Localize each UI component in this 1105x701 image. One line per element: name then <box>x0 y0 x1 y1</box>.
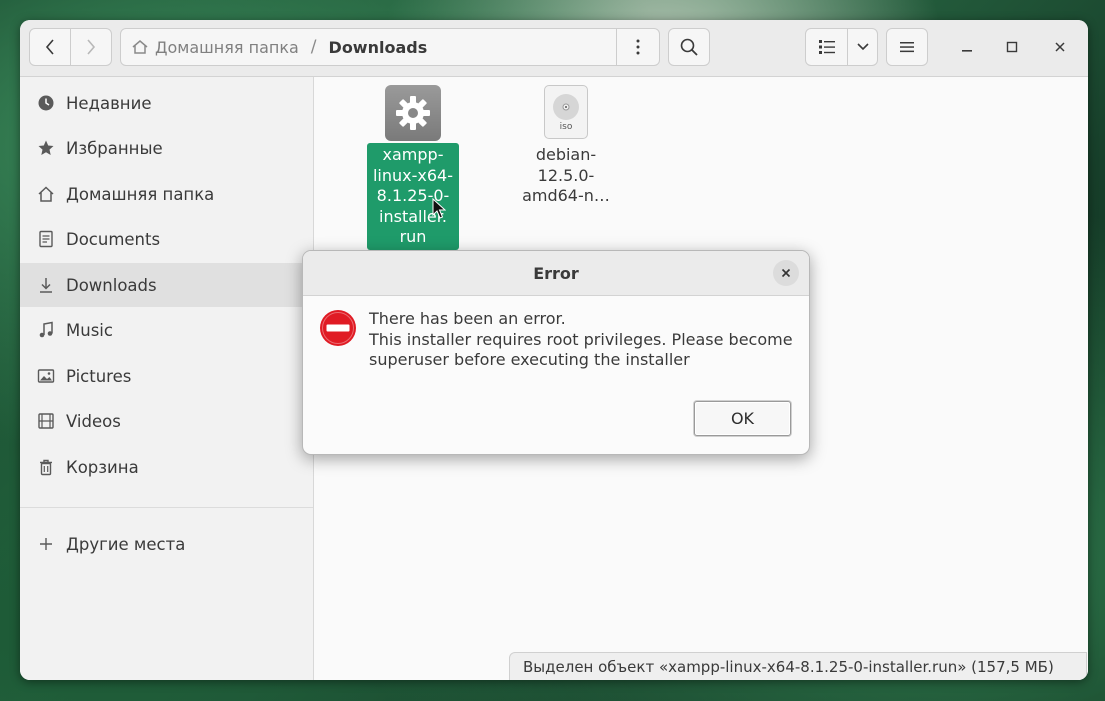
path-separator: / <box>310 37 317 57</box>
sidebar-item-other-places[interactable]: Другие места <box>20 522 313 566</box>
sidebar-item-label: Корзина <box>66 457 139 477</box>
sidebar-item-trash[interactable]: Корзина <box>20 445 313 489</box>
chevron-left-icon <box>45 39 54 55</box>
path-bar: Домашняя папка / Downloads <box>120 28 660 66</box>
picture-icon <box>35 365 57 387</box>
disc-iso-icon: iso <box>544 85 588 139</box>
film-icon <box>35 410 57 432</box>
file-name: debian- 12.5.0- amd64-n… <box>522 145 610 205</box>
close-icon <box>1055 42 1065 52</box>
sidebar-item-starred[interactable]: Избранные <box>20 126 313 170</box>
close-button[interactable] <box>1049 36 1071 58</box>
sidebar-item-label: Недавние <box>66 93 152 113</box>
maximize-button[interactable] <box>1001 36 1023 58</box>
gear-icon <box>385 85 441 141</box>
sidebar-item-documents[interactable]: Documents <box>20 217 313 261</box>
minimize-button[interactable] <box>956 36 978 58</box>
hamburger-icon <box>900 42 914 53</box>
sidebar-divider <box>20 507 313 508</box>
download-icon <box>35 274 57 296</box>
home-icon <box>35 183 57 205</box>
plus-icon <box>35 533 57 555</box>
maximize-icon <box>1006 41 1018 53</box>
sidebar-item-pictures[interactable]: Pictures <box>20 354 313 398</box>
trash-icon <box>35 456 57 478</box>
sidebar-item-music[interactable]: Music <box>20 308 313 352</box>
dialog-close-button[interactable] <box>773 260 799 286</box>
list-view-icon <box>818 40 835 54</box>
sidebar-item-label: Pictures <box>66 366 132 386</box>
document-icon <box>35 228 57 250</box>
sidebar-item-label: Другие места <box>66 534 186 554</box>
sidebar-item-recent[interactable]: Недавние <box>20 81 313 125</box>
path-home-label: Домашняя папка <box>155 37 299 57</box>
view-options-dropdown[interactable] <box>847 28 878 66</box>
ok-button[interactable]: OK <box>694 401 791 436</box>
file-type-badge: iso <box>559 122 573 132</box>
search-button[interactable] <box>668 28 710 66</box>
status-bar: Выделен объект «xampp-linux-x64-8.1.25-0… <box>509 652 1087 680</box>
sidebar-item-label: Documents <box>66 229 161 249</box>
music-note-icon <box>35 319 57 341</box>
file-name: xampp- linux-x64- 8.1.25-0- installer. r… <box>366 143 459 250</box>
sidebar-item-label: Домашняя папка <box>66 184 215 204</box>
chevron-down-icon <box>856 43 869 51</box>
file-item-xampp-installer[interactable]: xampp- linux-x64- 8.1.25-0- installer. r… <box>353 85 473 250</box>
error-dialog: Error There has been an error. This inst… <box>302 250 810 455</box>
dialog-message: There has been an error. This installer … <box>369 309 793 369</box>
path-current-folder[interactable]: Downloads <box>329 38 428 57</box>
dialog-title-bar: Error <box>303 251 809 296</box>
status-text: Выделен объект «xampp-linux-x64-8.1.25-0… <box>523 658 1054 676</box>
path-menu-button[interactable] <box>616 29 659 65</box>
vertical-dots-icon <box>636 39 640 55</box>
error-icon <box>320 310 356 346</box>
search-icon <box>680 38 698 56</box>
sidebar-item-home[interactable]: Домашняя папка <box>20 172 313 216</box>
sidebar-item-label: Избранные <box>66 138 163 158</box>
sidebar-item-videos[interactable]: Videos <box>20 399 313 443</box>
list-view-button[interactable] <box>805 28 848 66</box>
file-item-debian-iso[interactable]: iso debian- 12.5.0- amd64-n… <box>506 85 626 209</box>
back-button[interactable] <box>29 28 71 66</box>
sidebar: Недавние Избранные Домашняя папка Docume… <box>20 77 314 680</box>
home-icon <box>132 40 148 54</box>
mouse-cursor-icon <box>432 198 446 219</box>
main-menu-button[interactable] <box>886 28 928 66</box>
path-home-button[interactable]: Домашняя папка <box>121 38 299 57</box>
chevron-right-icon <box>87 39 96 55</box>
dialog-title: Error <box>533 263 579 283</box>
forward-button[interactable] <box>70 28 112 66</box>
sidebar-item-label: Videos <box>66 411 121 431</box>
sidebar-item-downloads[interactable]: Downloads <box>20 263 313 307</box>
headerbar: Домашняя папка / Downloads <box>20 20 1088 77</box>
sidebar-item-label: Downloads <box>66 275 157 295</box>
star-icon <box>35 137 57 159</box>
sidebar-item-label: Music <box>66 320 113 340</box>
clock-icon <box>35 92 57 114</box>
minimize-icon <box>962 50 972 52</box>
close-icon <box>781 268 791 278</box>
